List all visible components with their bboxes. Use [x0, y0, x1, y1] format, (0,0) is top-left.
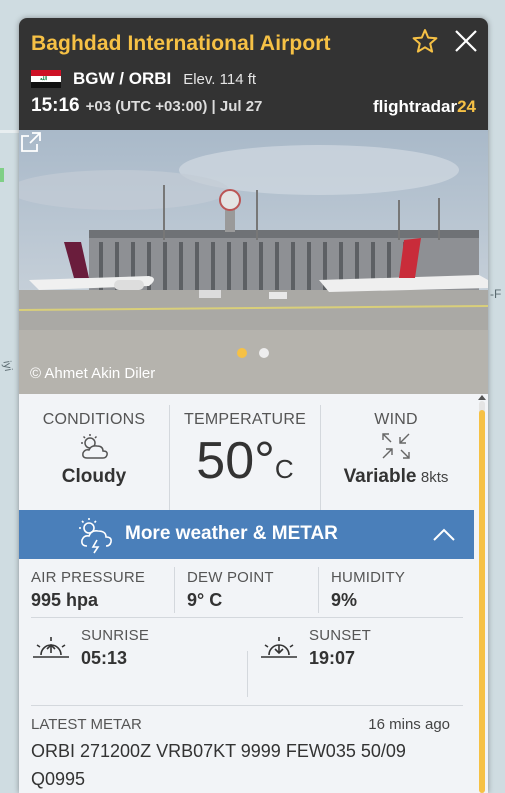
- map-label: -F: [490, 287, 502, 301]
- airport-name: Baghdad International Airport: [31, 32, 331, 55]
- more-weather-label: More weather & METAR: [125, 523, 338, 544]
- scroll-up-arrow[interactable]: [478, 395, 486, 400]
- latest-metar-label: LATEST METAR: [31, 716, 142, 733]
- open-external-icon[interactable]: [19, 130, 43, 154]
- air-pressure-value: 995 hpa: [31, 590, 99, 610]
- sunset-label: SUNSET: [309, 627, 372, 644]
- sunrise-icon: [33, 637, 69, 658]
- humidity-label: HUMIDITY: [331, 569, 406, 586]
- airport-codes: BGW / ORBI: [73, 69, 172, 88]
- flightradar-logo[interactable]: flightradar24: [373, 97, 476, 117]
- scrollbar-thumb[interactable]: [479, 410, 485, 793]
- conditions-value: Cloudy: [61, 466, 127, 487]
- wind-label: WIND: [374, 411, 418, 428]
- conditions-label: CONDITIONS: [42, 411, 146, 428]
- metar-age: 16 mins ago: [368, 716, 450, 733]
- wind-cell: WIND Variable 8kts: [320, 405, 471, 510]
- iraq-flag-icon: الله: [31, 70, 61, 88]
- temperature-value: 50°: [196, 432, 275, 490]
- wind-speed: 8kts: [420, 469, 449, 486]
- temperature-label: TEMPERATURE: [184, 411, 306, 428]
- conditions-cell: CONDITIONS Cloudy: [19, 405, 169, 510]
- map-label: iyi: [0, 359, 15, 373]
- airport-elevation: Elev. 114 ft: [183, 70, 257, 88]
- temperature-cell: TEMPERATURE 50°C: [169, 405, 320, 510]
- map-green-marker: [0, 168, 4, 182]
- panel-header: Baghdad International Airport الله BGW /…: [19, 18, 488, 130]
- humidity-value: 9%: [331, 590, 358, 610]
- air-pressure-label: AIR PRESSURE: [31, 569, 146, 586]
- timezone-date: +03 (UTC +03:00) | Jul 27: [85, 98, 263, 115]
- star-icon[interactable]: [412, 28, 438, 54]
- pagination-dot[interactable]: [259, 348, 269, 358]
- pagination-dot-active[interactable]: [237, 348, 247, 358]
- metar-text: ORBI 271200Z VRB07KT 9999 FEW035 50/09 Q…: [31, 741, 406, 789]
- photo-pagination: [237, 348, 269, 358]
- sunrise-label: SUNRISE: [81, 627, 150, 644]
- photo-credit[interactable]: © Ahmet Akin Diler: [30, 365, 155, 382]
- more-weather-button[interactable]: More weather & METAR: [19, 510, 474, 559]
- sunrise-value: 05:13: [81, 648, 128, 668]
- weather-details: AIR PRESSURE 995 hpa DEW POINT 9° C HUMI…: [19, 559, 474, 793]
- variable-wind-icon: [382, 433, 410, 459]
- airport-panel: Baghdad International Airport الله BGW /…: [19, 18, 488, 793]
- temperature-unit: C: [274, 454, 294, 484]
- local-time: 15:16: [31, 95, 80, 116]
- wind-value: Variable: [343, 466, 417, 487]
- close-icon[interactable]: [453, 28, 479, 54]
- cloudy-icon: [81, 434, 108, 459]
- weather-storm-icon: [79, 518, 112, 554]
- chevron-up-icon[interactable]: [431, 522, 457, 548]
- conditions-row: CONDITIONS Cloudy TEMPERATURE 50°C WIND: [19, 405, 471, 510]
- sunset-icon: [261, 637, 297, 658]
- dew-point-value: 9° C: [187, 590, 223, 610]
- sunset-value: 19:07: [309, 648, 356, 668]
- airport-photo[interactable]: © Ahmet Akin Diler: [19, 130, 488, 394]
- dew-point-label: DEW POINT: [187, 569, 274, 586]
